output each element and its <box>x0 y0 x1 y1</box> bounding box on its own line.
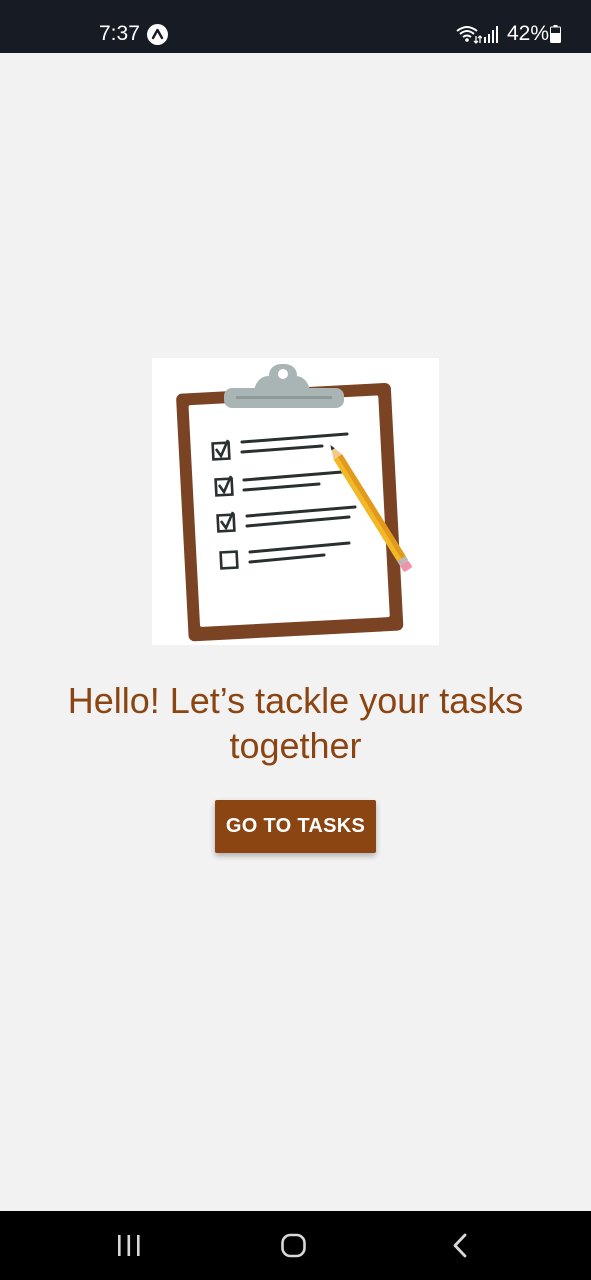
signal-icon <box>483 26 500 43</box>
welcome-title: Hello! Let’s tackle your tasks together <box>67 680 524 766</box>
clipboard-checklist-icon <box>152 358 439 645</box>
app-notification-icon <box>147 24 168 45</box>
go-to-tasks-button[interactable]: GO TO TASKS <box>215 800 376 853</box>
app-screen: 7:37 42% Hello! Let’s tackle your tasks … <box>0 0 591 1280</box>
battery-icon <box>550 25 561 43</box>
recents-icon[interactable] <box>116 1233 142 1259</box>
status-bar: 7:37 42% <box>0 0 591 53</box>
status-time: 7:37 <box>99 22 140 45</box>
navigation-bar <box>0 1211 591 1280</box>
home-icon[interactable] <box>280 1233 308 1259</box>
wifi-icon <box>456 24 483 44</box>
battery-percent: 42% <box>507 22 550 45</box>
back-icon[interactable] <box>448 1232 472 1260</box>
